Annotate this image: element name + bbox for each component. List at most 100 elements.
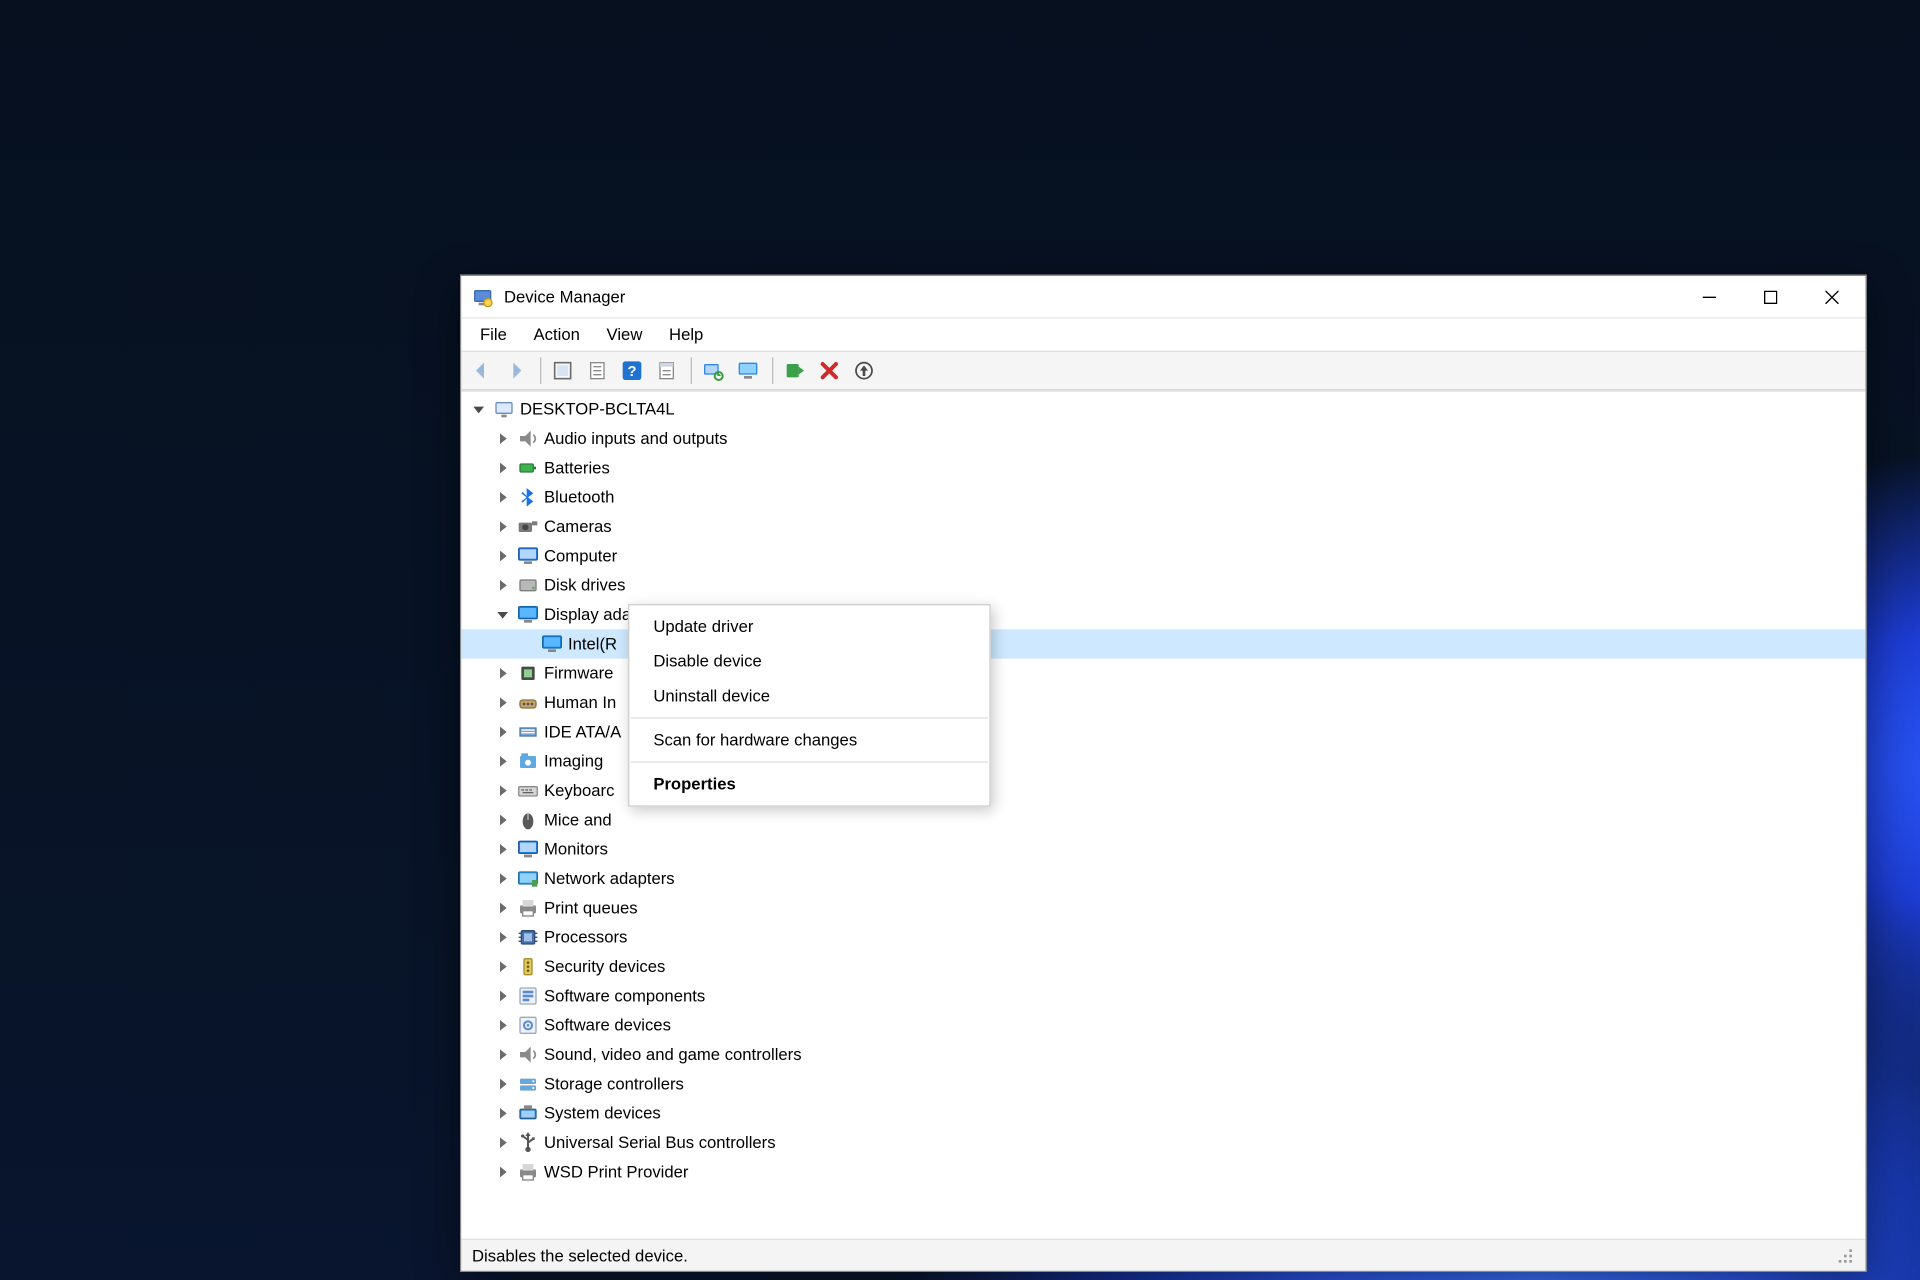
expand-icon[interactable] xyxy=(493,664,512,683)
help-blue-icon: ? xyxy=(621,360,642,381)
scan-hardware-icon xyxy=(703,360,724,381)
tree-item-cameras[interactable]: Cameras xyxy=(461,512,1865,541)
storage-icon xyxy=(517,1073,538,1094)
toolbar-add-legacy-button[interactable] xyxy=(849,355,881,387)
close-button[interactable] xyxy=(1801,277,1862,317)
tree-item-software-components[interactable]: Software components xyxy=(461,981,1865,1010)
tree-item-label: WSD Print Provider xyxy=(544,1163,688,1182)
expand-icon[interactable] xyxy=(493,547,512,566)
tree-item-sound-video-and-game-controllers[interactable]: Sound, video and game controllers xyxy=(461,1040,1865,1069)
context-menu-properties[interactable]: Properties xyxy=(629,767,989,802)
expand-icon[interactable] xyxy=(493,811,512,830)
tree-item-root[interactable]: DESKTOP-BCLTA4L xyxy=(461,395,1865,424)
minimize-button[interactable] xyxy=(1679,277,1740,317)
expand-icon[interactable] xyxy=(493,1104,512,1123)
tree-item-network-adapters[interactable]: Network adapters xyxy=(461,864,1865,893)
expand-icon[interactable] xyxy=(493,723,512,742)
tree-item-computer[interactable]: Computer xyxy=(461,541,1865,570)
expand-icon[interactable] xyxy=(493,1045,512,1064)
tree-item-bluetooth[interactable]: Bluetooth xyxy=(461,483,1865,512)
menu-view[interactable]: View xyxy=(593,323,656,347)
tree-item-audio-inputs-and-outputs[interactable]: Audio inputs and outputs xyxy=(461,424,1865,453)
maximize-button[interactable] xyxy=(1740,277,1801,317)
tree-item-label: Human In xyxy=(544,693,616,712)
tree-item-mice-and[interactable]: Mice and xyxy=(461,805,1865,834)
toolbar-properties-sheet-button[interactable] xyxy=(583,355,615,387)
context-menu-uninstall-device[interactable]: Uninstall device xyxy=(629,679,989,714)
toolbar-scan-hardware-button[interactable] xyxy=(699,355,731,387)
menu-action[interactable]: Action xyxy=(520,323,593,347)
tree-item-system-devices[interactable]: System devices xyxy=(461,1099,1865,1128)
toolbar-enable-device-button[interactable] xyxy=(780,355,812,387)
expand-icon[interactable] xyxy=(493,576,512,595)
tree-item-print-queues[interactable]: Print queues xyxy=(461,893,1865,922)
expand-icon[interactable] xyxy=(493,459,512,478)
expand-icon[interactable] xyxy=(493,840,512,859)
keyboard-icon xyxy=(517,780,538,801)
tree-item-label: System devices xyxy=(544,1104,661,1123)
toolbar-uninstall-device-button[interactable] xyxy=(815,355,847,387)
tree-item-universal-serial-bus-controllers[interactable]: Universal Serial Bus controllers xyxy=(461,1128,1865,1157)
tree-item-label: Storage controllers xyxy=(544,1075,684,1094)
menubar: File Action View Help xyxy=(461,319,1865,351)
tree-item-label: Mice and xyxy=(544,811,612,830)
tree-item-label: Universal Serial Bus controllers xyxy=(544,1133,776,1152)
collapse-icon[interactable] xyxy=(493,605,512,624)
expand-icon[interactable] xyxy=(493,957,512,976)
menu-file[interactable]: File xyxy=(467,323,521,347)
context-menu-update-driver[interactable]: Update driver xyxy=(629,609,989,644)
expand-icon[interactable] xyxy=(493,869,512,888)
tree-item-label: Security devices xyxy=(544,957,665,976)
expand-icon[interactable] xyxy=(493,693,512,712)
expand-icon[interactable] xyxy=(493,517,512,536)
expand-icon[interactable] xyxy=(493,488,512,507)
expand-icon[interactable] xyxy=(493,987,512,1006)
menu-help[interactable]: Help xyxy=(656,323,717,347)
toolbar-help-blue-button[interactable]: ? xyxy=(617,355,649,387)
tree-item-storage-controllers[interactable]: Storage controllers xyxy=(461,1069,1865,1098)
toolbar-show-hidden-button[interactable] xyxy=(548,355,580,387)
expand-icon[interactable] xyxy=(493,429,512,448)
add-legacy-icon xyxy=(853,360,874,381)
tree-item-label: Cameras xyxy=(544,517,612,536)
toolbar-separator xyxy=(540,357,541,384)
context-menu-disable-device[interactable]: Disable device xyxy=(629,644,989,679)
expand-icon[interactable] xyxy=(493,781,512,800)
imaging-icon xyxy=(517,751,538,772)
desktop-background: Device Manager File Action View Help ? D… xyxy=(0,0,1920,1280)
tree-item-disk-drives[interactable]: Disk drives xyxy=(461,571,1865,600)
tree-item-software-devices[interactable]: Software devices xyxy=(461,1011,1865,1040)
audio-icon xyxy=(517,428,538,449)
expand-icon[interactable] xyxy=(493,928,512,947)
tree-item-label: Monitors xyxy=(544,840,608,859)
tree-item-monitors[interactable]: Monitors xyxy=(461,835,1865,864)
tree-item-label: Intel(R xyxy=(568,635,617,654)
bluetooth-icon xyxy=(517,487,538,508)
printer-icon xyxy=(517,897,538,918)
enable-device-icon xyxy=(784,360,805,381)
tree-item-label: Print queues xyxy=(544,899,638,918)
expand-icon[interactable] xyxy=(493,1075,512,1094)
tree-item-wsd-print-provider[interactable]: WSD Print Provider xyxy=(461,1157,1865,1186)
resize-grip[interactable] xyxy=(1836,1246,1855,1265)
expand-icon[interactable] xyxy=(493,1163,512,1182)
tree-item-security-devices[interactable]: Security devices xyxy=(461,952,1865,981)
expand-icon[interactable] xyxy=(493,1133,512,1152)
collapse-icon[interactable] xyxy=(469,400,488,419)
system-icon xyxy=(517,1103,538,1124)
toolbar-properties-doc-button[interactable] xyxy=(652,355,684,387)
audio-icon xyxy=(517,1044,538,1065)
ide-icon xyxy=(517,721,538,742)
titlebar[interactable]: Device Manager xyxy=(461,276,1865,319)
expand-icon[interactable] xyxy=(493,752,512,771)
monitor-icon xyxy=(517,545,538,566)
toolbar-separator xyxy=(691,357,692,384)
tree-item-processors[interactable]: Processors xyxy=(461,923,1865,952)
context-menu-scan-for-hardware-changes[interactable]: Scan for hardware changes xyxy=(629,723,989,758)
toolbar-update-driver-monitor-button[interactable] xyxy=(733,355,765,387)
expand-icon[interactable] xyxy=(493,1016,512,1035)
tree-item-batteries[interactable]: Batteries xyxy=(461,453,1865,482)
context-menu-separator xyxy=(631,717,988,718)
expand-icon[interactable] xyxy=(493,899,512,918)
software-comp-icon xyxy=(517,985,538,1006)
